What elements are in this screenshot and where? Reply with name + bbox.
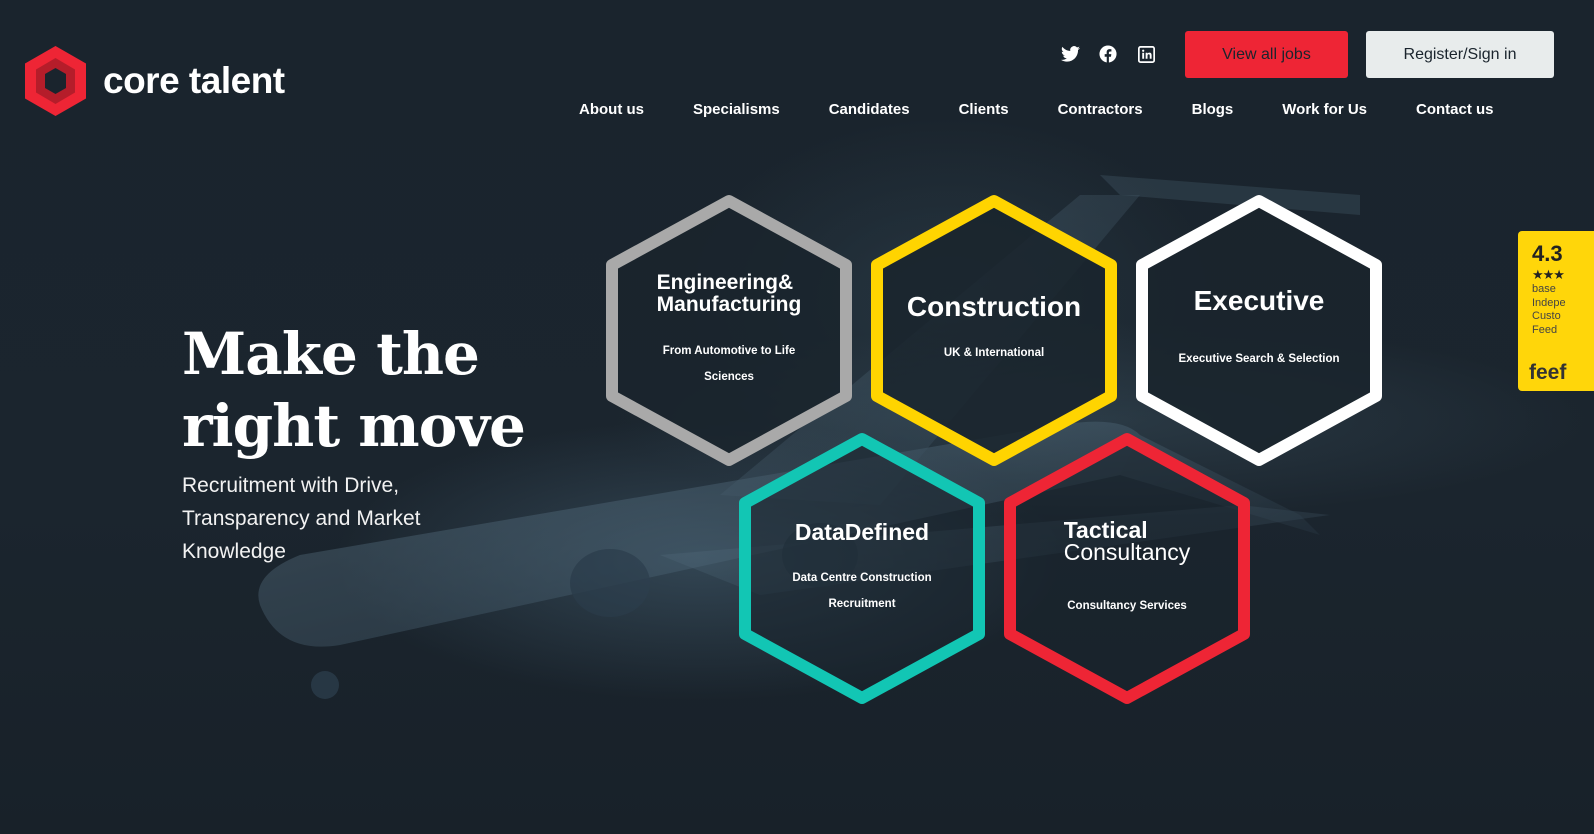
specialism-engineering-manufacturing[interactable]: Engineering& Manufacturing From Automoti… [604, 193, 854, 468]
specialism-title-line-2: Consultancy [1063, 538, 1191, 565]
hexagon-logo-icon [25, 46, 86, 116]
specialism-subtitle: UK & International [943, 346, 1045, 359]
hero-headline: Make the right move [182, 318, 526, 462]
nav-candidates[interactable]: Candidates [829, 101, 910, 118]
star-rating-icon: ★★★ [1532, 267, 1565, 282]
feefo-text-line: Feed [1532, 323, 1558, 336]
specialism-title: DataDefined [794, 518, 930, 545]
specialism-executive[interactable]: Executive Executive Search & Selection [1134, 193, 1384, 468]
social-links [1060, 44, 1156, 64]
main-navigation: About us Specialisms Candidates Clients … [579, 101, 1494, 118]
brand-name: core talent [103, 60, 285, 101]
specialism-tactical-consultancy[interactable]: Tactical Consultancy Consultancy Service… [1002, 431, 1252, 706]
specialism-title: Tactical Consultancy [1063, 516, 1191, 565]
feefo-rating-badge[interactable]: 4.3 ★★★ base Indepe Custo Feed feef [1518, 231, 1594, 391]
specialism-title: Executive [1193, 284, 1325, 316]
core-talent-logo[interactable]: core talent [22, 44, 285, 118]
feefo-text-line: base [1532, 283, 1556, 295]
view-all-jobs-button[interactable]: View all jobs [1185, 31, 1348, 78]
feefo-score: 4.3 [1532, 241, 1563, 266]
hero-subtitle: Recruitment with Drive, Transparency and… [182, 474, 421, 563]
nav-specialisms[interactable]: Specialisms [693, 101, 780, 118]
nav-clients[interactable]: Clients [959, 101, 1009, 118]
register-sign-in-button[interactable]: Register/Sign in [1366, 31, 1554, 78]
specialism-subtitle: Executive Search & Selection [1178, 352, 1340, 365]
specialism-title-line-1: Tactical [1063, 516, 1148, 543]
feefo-text-line: Custo [1532, 310, 1561, 322]
specialism-title: Engineering& Manufacturing [656, 270, 802, 316]
specialism-subtitle: From Automotive to Life Sciences [662, 344, 796, 383]
feefo-logo: feef [1529, 361, 1567, 384]
specialism-subtitle: Data Centre Construction Recruitment [792, 571, 932, 610]
nav-blogs[interactable]: Blogs [1192, 101, 1234, 118]
specialism-title-line-1: Engineering& [656, 270, 794, 294]
linkedin-icon[interactable] [1136, 44, 1156, 64]
specialism-subtitle: Consultancy Services [1067, 599, 1187, 612]
nav-contact-us[interactable]: Contact us [1416, 101, 1494, 118]
specialism-construction[interactable]: Construction UK & International [869, 193, 1119, 468]
nav-contractors[interactable]: Contractors [1058, 101, 1143, 118]
specialism-title: Construction [906, 290, 1082, 322]
twitter-icon[interactable] [1060, 44, 1080, 64]
nav-about-us[interactable]: About us [579, 101, 644, 118]
hero-headline-line-1: Make the [182, 320, 480, 388]
hero-headline-line-2: right move [182, 392, 526, 460]
nav-work-for-us[interactable]: Work for Us [1282, 101, 1367, 118]
feefo-text-line: Indepe [1532, 296, 1566, 309]
specialism-title-line-2: Manufacturing [656, 292, 802, 316]
specialism-datadefined[interactable]: DataDefined Data Centre Construction Rec… [737, 431, 987, 706]
facebook-icon[interactable] [1098, 44, 1118, 64]
